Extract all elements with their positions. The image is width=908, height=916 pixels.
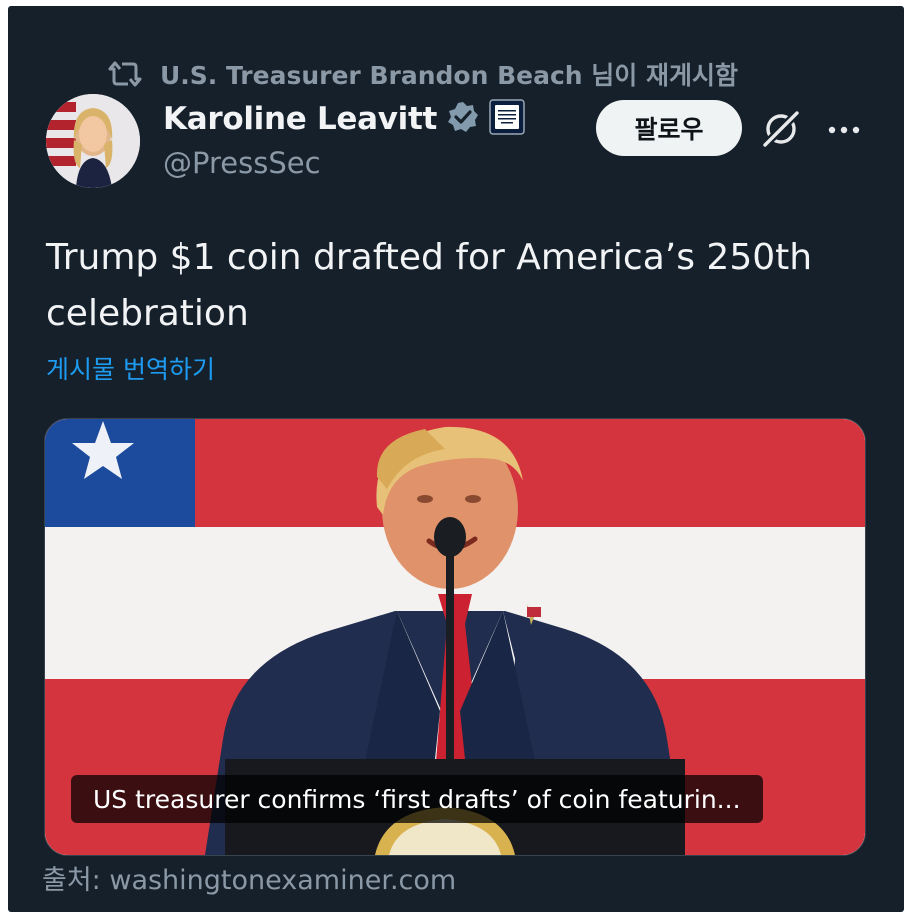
retweet-label: U.S. Treasurer Brandon Beach 님이 재게시함 [160,61,738,90]
retweet-context[interactable]: U.S. Treasurer Brandon Beach 님이 재게시함 [108,54,738,94]
translate-link[interactable]: 게시물 번역하기 [46,350,215,386]
tweet-text: Trump $1 coin drafted for America’s 250t… [46,237,813,334]
author-name[interactable]: Karoline Leavitt [163,101,437,137]
retweet-icon [108,59,142,89]
follow-button[interactable]: 팔로우 [596,100,742,156]
tweet-card: U.S. Treasurer Brandon Beach 님이 재게시함 Kar… [8,6,904,912]
source-text: 출처: washingtonexaminer.com [42,865,457,896]
white-house-badge-icon[interactable] [489,99,525,139]
avatar[interactable] [46,94,140,188]
more-options-icon[interactable] [824,110,864,154]
author-handle[interactable]: @PressSec [163,146,321,180]
verified-badge-icon[interactable] [447,101,479,137]
media-caption: US treasurer confirms ‘first drafts’ of … [71,775,763,823]
grok-icon[interactable] [760,108,802,154]
media-card[interactable]: US treasurer confirms ‘first drafts’ of … [44,418,866,856]
author-name-row: Karoline Leavitt [163,96,525,142]
